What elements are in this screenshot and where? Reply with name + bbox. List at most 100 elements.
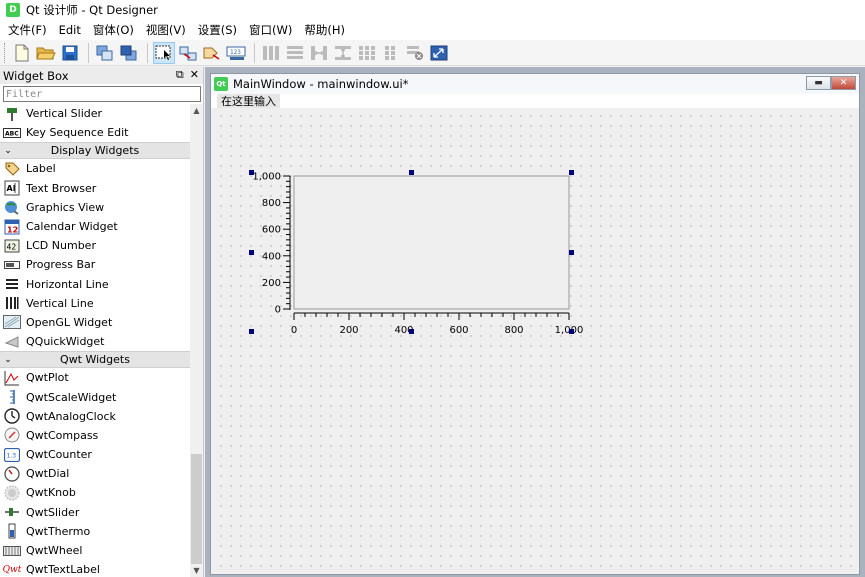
selection-handle-tl[interactable] [249,170,254,175]
widget-item-label: Text Browser [26,181,97,195]
widget-item-progress-bar[interactable]: Progress Bar [0,255,190,274]
widget-item-qwtwheel[interactable]: QwtWheel [0,541,190,560]
edit-signals-slots-icon[interactable] [177,42,199,64]
form-canvas[interactable]: 02004006008001,00002004006008001,000 [213,108,857,572]
category-display-widgets[interactable]: ⌄ Display Widgets [0,142,190,160]
adjust-size-icon[interactable] [428,42,450,64]
menu-edit[interactable]: Edit [53,20,87,40]
menu-window[interactable]: 窗口(W) [243,20,298,40]
qwt-compass-icon [3,427,21,443]
filter-input[interactable] [3,86,201,102]
vertical-slider-icon [3,106,21,122]
widget-item-qwtscalewidget[interactable]: QwtScaleWidget [0,387,190,406]
widget-item-qwttextlabel[interactable]: Qwt QwtTextLabel [0,560,190,577]
menu-help[interactable]: 帮助(H) [298,20,351,40]
close-button[interactable]: ✕ [831,76,856,90]
widget-item-qwtthermo[interactable]: QwtThermo [0,522,190,541]
widget-list-scrollbar[interactable]: ▲ ▼ [190,104,203,577]
widget-item-horizontal-line[interactable]: Horizontal Line [0,275,190,294]
widget-item-vertical-slider[interactable]: Vertical Slider [0,104,190,123]
bring-to-front-icon[interactable] [118,42,140,64]
edit-widgets-icon[interactable] [153,41,175,64]
vertical-line-icon [3,295,21,311]
plot-canvas [293,175,570,310]
mdi-area: Qt MainWindow - mainwindow.ui* ▬ ✕ 在这里输入… [205,67,865,577]
layout-horizontal-icon[interactable] [260,42,282,64]
qwt-thermo-icon [3,523,21,539]
layout-horizontal-splitter-icon[interactable] [308,42,330,64]
menu-settings[interactable]: 设置(S) [192,20,243,40]
layout-vertical-splitter-icon[interactable] [332,42,354,64]
widget-item-qwtcounter[interactable]: 1.3 QwtCounter [0,445,190,464]
main-toolbar: 123 [0,40,865,66]
widget-item-qwtdial[interactable]: QwtDial [0,464,190,483]
widget-item-label: QwtScaleWidget [26,390,117,404]
y-tick-label: 800 [262,198,281,209]
widget-item-qwtplot[interactable]: QwtPlot [0,368,190,387]
qwt-plot-widget[interactable]: 02004006008001,00002004006008001,000 [249,170,583,336]
open-icon[interactable] [35,42,57,64]
y-tick-label: 600 [262,225,281,236]
qwt-knob-icon [3,485,21,501]
selection-handle-ml[interactable] [249,250,254,255]
x-tick-label: 0 [291,325,297,336]
widget-item-calendar-widget[interactable]: 12 Calendar Widget [0,217,190,236]
widget-item-qwtslider[interactable]: QwtSlider [0,503,190,522]
break-layout-icon[interactable] [404,42,426,64]
widget-item-qquickwidget[interactable]: QQuickWidget [0,332,190,351]
widget-item-label: QQuickWidget [26,335,105,349]
y-tick-label: 1,000 [252,172,281,183]
scrollbar-thumb[interactable] [191,454,202,564]
subwindow-titlebar[interactable]: Qt MainWindow - mainwindow.ui* ▬ ✕ [211,74,859,94]
selection-handle-bm[interactable] [409,329,414,334]
scroll-up-icon[interactable]: ▲ [190,104,203,117]
menu-view[interactable]: 视图(V) [140,20,192,40]
float-icon[interactable]: ⧉ [176,68,184,82]
widget-item-vertical-line[interactable]: Vertical Line [0,294,190,313]
toolbar-separator [88,42,89,63]
send-to-back-icon[interactable] [94,42,116,64]
selection-handle-mr[interactable] [569,250,574,255]
form-menu-placeholder[interactable]: 在这里输入 [217,93,280,109]
selection-handle-bl[interactable] [249,329,254,334]
menu-file[interactable]: 文件(F) [2,20,53,40]
widget-item-label: QwtWheel [26,544,83,558]
edit-tab-order-icon[interactable]: 123 [225,42,247,64]
svg-text:12: 12 [7,225,18,234]
layout-grid-icon[interactable] [356,42,378,64]
qwt-wheel-icon [3,543,21,559]
close-icon[interactable]: ✕ [190,68,199,82]
new-icon[interactable] [11,42,33,64]
selection-handle-br[interactable] [569,329,574,334]
category-qwt-widgets[interactable]: ⌄ Qwt Widgets [0,351,190,369]
layout-form-icon[interactable] [380,42,402,64]
widget-item-key-sequence-edit[interactable]: ABC Key Sequence Edit [0,123,190,142]
widget-item-graphics-view[interactable]: Graphics View [0,198,190,217]
scroll-down-icon[interactable]: ▼ [190,564,203,577]
lcd-number-icon: 42 [3,238,21,254]
widget-item-text-browser[interactable]: AI Text Browser [0,179,190,198]
layout-vertical-icon[interactable] [284,42,306,64]
edit-buddies-icon[interactable] [201,42,223,64]
widget-item-label[interactable]: Label [0,159,190,178]
selection-handle-tr[interactable] [569,170,574,175]
minimize-button[interactable]: ▬ [806,76,831,90]
app-title: Qt 设计师 - Qt Designer [26,3,158,17]
label-icon [3,161,21,177]
toolbar-grip[interactable] [4,42,7,63]
widget-item-qwtanalogclock[interactable]: QwtAnalogClock [0,407,190,426]
toolbar-separator [254,42,255,63]
selection-handle-tm[interactable] [409,170,414,175]
widget-item-qwtcompass[interactable]: QwtCompass [0,426,190,445]
widget-item-label: QwtCounter [26,448,92,462]
widget-item-lcd-number[interactable]: 42 LCD Number [0,236,190,255]
save-icon[interactable] [59,42,81,64]
form-menubar: 在这里输入 [211,93,859,109]
x-tick-label: 200 [339,325,358,336]
widget-item-opengl-widget[interactable]: OpenGL Widget [0,313,190,332]
y-tick-label: 200 [262,278,281,289]
menu-form[interactable]: 窗体(O) [87,20,140,40]
widget-item-qwtknob[interactable]: QwtKnob [0,483,190,502]
form-subwindow[interactable]: Qt MainWindow - mainwindow.ui* ▬ ✕ 在这里输入… [210,73,860,575]
category-label: Qwt Widgets [60,353,130,367]
